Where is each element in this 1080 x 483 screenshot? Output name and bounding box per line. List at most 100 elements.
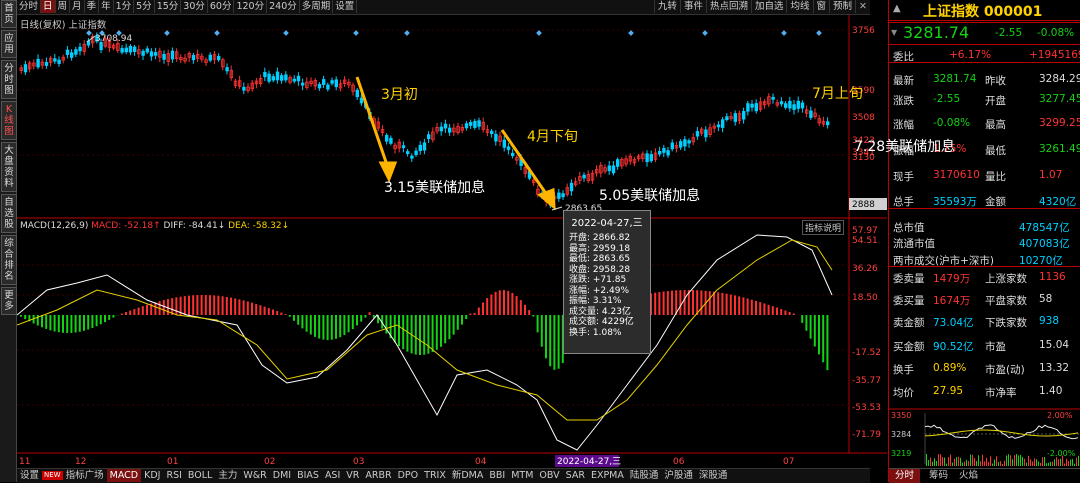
tab-boll[interactable]: BOLL [185,469,215,482]
svg-text:-53.53: -53.53 [852,403,881,413]
tab-vr[interactable]: VR [343,469,362,482]
sidebar-tab-ranking[interactable]: 综合排名 [1,235,17,285]
quote-label: 上涨家数 [985,271,1027,286]
tab-arbr[interactable]: ARBR [362,469,394,482]
tab-weekly[interactable]: 周 [56,0,71,13]
svg-text:04: 04 [475,457,487,467]
preset-button[interactable]: 预制 [829,0,855,13]
expand-icon[interactable]: ▼ [891,28,897,37]
svg-text:3350: 3350 [891,411,911,420]
tab-shenzhen-connect[interactable]: 深股通 [696,469,731,482]
tab-multi-period[interactable]: 多周期 [300,0,334,13]
tab-5min[interactable]: 5分 [134,0,155,13]
quote-value: 3284.29 [1039,73,1080,85]
svg-text:-2.00%: -2.00% [1047,449,1076,458]
events-button[interactable]: 事件 [680,0,706,13]
quote-label: 金额 [985,194,1006,209]
mini-intraday-chart[interactable]: 3350 3284 3219 2.00% -2.00% [889,408,1080,468]
tab-30min[interactable]: 30分 [181,0,208,13]
tab-intraday[interactable]: 分时 [889,469,920,483]
tab-mtm[interactable]: MTM [508,469,536,482]
tab-indicator-square[interactable]: 指标广场 [63,469,107,482]
window-button[interactable]: 窗 [813,0,830,13]
tab-asi[interactable]: ASI [322,469,343,482]
quote-label: 市盈(动) [985,362,1025,377]
sidebar-tab-apps[interactable]: 应用 [1,30,17,58]
tab-wr[interactable]: W&R [240,469,269,482]
quote-value: 3299.25 [1039,117,1080,129]
hotspot-review-button[interactable]: 热点回溯 [706,0,751,13]
sidebar-tab-more[interactable]: 更多 [1,287,17,315]
moving-average-button[interactable]: 均线 [786,0,812,13]
quote-label: 量比 [985,169,1006,184]
tab-15min[interactable]: 15分 [155,0,182,13]
quote-value: 27.95 [933,385,963,397]
sidebar-tab-market-info[interactable]: 大盘资料 [1,142,17,192]
tooltip-amount: 成交额: 4229亿 [564,317,650,328]
add-watchlist-button[interactable]: 加自选 [751,0,787,13]
svg-text:3219: 3219 [891,449,911,458]
tab-expma[interactable]: EXPMA [588,469,627,482]
tab-flame[interactable]: 火焰 [953,469,984,483]
tab-dmi[interactable]: DMI [270,469,294,482]
tab-sar[interactable]: SAR [563,469,588,482]
quote-value: 3277.45 [1039,93,1080,105]
tab-120min[interactable]: 120分 [234,0,267,13]
quote-row-latest: 最新3281.74昨收3284.29 [889,70,1080,90]
kline-chart[interactable]: 3708.94 2863.65 3756 3590 3508 3423 3341… [17,15,887,468]
quote-value: 73.04亿 [933,315,974,330]
tooltip-volume: 成交量: 4.23亿 [564,307,650,318]
tab-1min[interactable]: 1分 [114,0,135,13]
tab-bias[interactable]: BIAS [294,469,322,482]
tab-settings[interactable]: 设置 [17,469,42,482]
settings-button[interactable]: 设置 [333,0,357,13]
tab-obv[interactable]: OBV [536,469,562,482]
quote-label: 涨跌 [893,93,914,108]
quote-row-turnover: 两市成交(沪市+深市)10270亿 [889,250,1080,270]
sidebar-tab-watchlist[interactable]: 自选股 [1,194,17,233]
tab-macd[interactable]: MACD [107,469,141,482]
quote-value: 3261.49 [1039,143,1080,155]
tooltip-change: 涨跌: +71.85 [564,275,650,286]
tab-kdj[interactable]: KDJ [141,469,163,482]
tab-timeshare[interactable]: 分时 [17,0,41,13]
quote-label: 现手 [893,169,914,184]
tab-northbound[interactable]: 陆股通 [627,469,662,482]
tab-dpo[interactable]: DPO [395,469,422,482]
tab-240min[interactable]: 240分 [267,0,300,13]
quote-label: 最低 [985,143,1006,158]
macd-header: MACD(12,26,9) MACD: -52.18↑ DIFF: -84.41… [20,221,289,231]
tab-chips[interactable]: 筹码 [923,469,954,483]
tab-new-dma[interactable]: 新DMA [449,469,487,482]
macd-name: MACD(12,26,9) [20,221,88,231]
indicator-help-button[interactable]: 指标说明 [802,220,844,235]
close-icon[interactable]: ✕ [855,0,870,13]
svg-text:-17.52: -17.52 [852,348,881,358]
tab-daily[interactable]: 日 [41,0,56,13]
annotation-hike-0728: 7.28美联储加息 [854,136,955,156]
quote-row-change-pct: 涨幅-0.08%最高3299.25 [889,114,1080,134]
tab-shanghai-connect[interactable]: 沪股通 [661,469,696,482]
tab-60min[interactable]: 60分 [208,0,235,13]
quote-value: +6.17% [949,49,991,61]
tab-trix[interactable]: TRIX [421,469,449,482]
svg-text:3508: 3508 [852,113,875,123]
quote-value: 3281.74 [933,73,976,85]
sidebar-tab-timeshare[interactable]: 分时图 [1,60,17,99]
tab-quarterly[interactable]: 季 [85,0,100,13]
current-price-tag: 2888 [852,200,875,210]
tab-bbi[interactable]: BBI [486,469,508,482]
quote-label: 最高 [985,117,1006,132]
sidebar-tab-home[interactable]: 首页 [1,0,17,28]
tab-monthly[interactable]: 月 [70,0,85,13]
tab-rsi[interactable]: RSI [163,469,184,482]
sidebar-tab-kline[interactable]: K线图 [1,101,17,140]
quote-row-change: 涨跌-2.55开盘3277.45 [889,90,1080,110]
tab-yearly[interactable]: 年 [99,0,114,13]
nine-turn-button[interactable]: 九转 [654,0,680,13]
quote-row-ask-volume: 委卖量1479万上涨家数1136 [889,268,1080,288]
svg-text:02: 02 [264,457,275,467]
tab-main-force[interactable]: 主力 [215,469,240,482]
annotation-hike-0505: 5.05美联储加息 [599,185,700,205]
menu-icon[interactable]: ▲ [893,3,901,14]
